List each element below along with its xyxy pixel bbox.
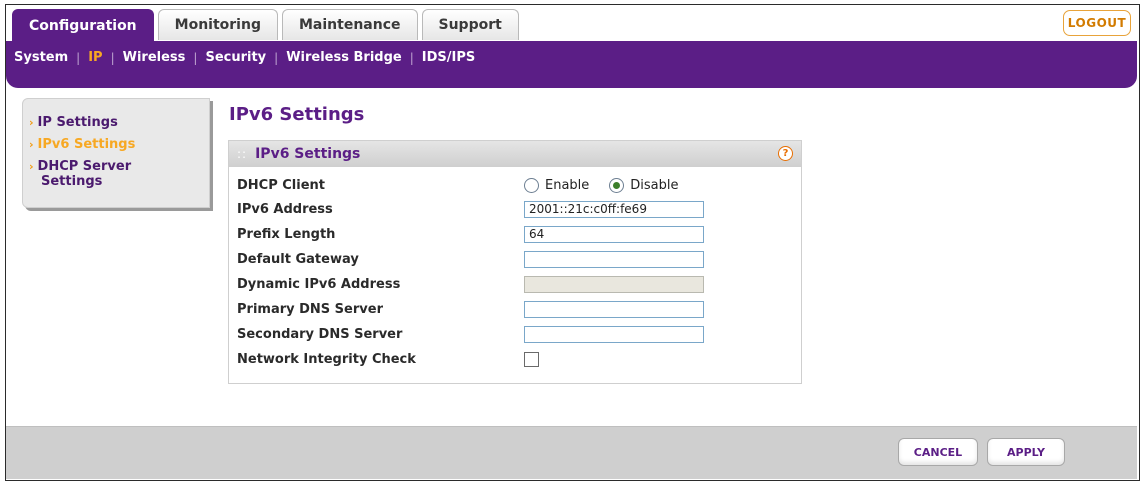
dynamic-ipv6-input [524, 275, 704, 293]
ipv6-address-input[interactable]: 2001::21c:c0ff:fe69 [524, 200, 704, 218]
row-dynamic-ipv6: Dynamic IPv6 Address [237, 274, 797, 294]
logout-button[interactable]: LOGOUT [1063, 10, 1131, 36]
row-secondary-dns: Secondary DNS Server [237, 324, 797, 344]
network-integrity-label: Network Integrity Check [237, 351, 416, 367]
panel-title: IPv6 Settings [255, 146, 361, 162]
chevron-right-icon: › [29, 138, 34, 151]
secondary-dns-input[interactable] [524, 325, 704, 343]
subnav-ip[interactable]: IP [80, 50, 110, 65]
prefix-length-input[interactable]: 64 [524, 225, 704, 243]
secondary-dns-label: Secondary DNS Server [237, 326, 403, 342]
main-tabs: Configuration Monitoring Maintenance Sup… [12, 9, 519, 42]
subnav-ids-ips[interactable]: IDS/IPS [414, 50, 483, 65]
subnav-wireless-bridge[interactable]: Wireless Bridge [278, 50, 410, 65]
prefix-length-label: Prefix Length [237, 226, 336, 242]
tab-monitoring[interactable]: Monitoring [157, 9, 278, 40]
subnav-system[interactable]: System [6, 50, 76, 65]
apply-button[interactable]: APPLY [987, 438, 1065, 466]
row-primary-dns: Primary DNS Server [237, 299, 797, 319]
ipv6-address-label: IPv6 Address [237, 201, 333, 217]
enable-radio[interactable] [524, 177, 539, 193]
leftmenu-label-line2: Settings [41, 174, 103, 189]
row-default-gateway: Default Gateway [237, 249, 797, 269]
leftmenu-ip-settings[interactable]: › IP Settings [29, 115, 118, 130]
leftmenu-label: IP Settings [37, 115, 118, 130]
leftmenu-label: IPv6 Settings [37, 137, 136, 152]
default-gateway-input[interactable] [524, 250, 704, 268]
primary-dns-label: Primary DNS Server [237, 301, 383, 317]
disable-radio-label: Disable [630, 177, 679, 193]
row-ipv6-address: IPv6 Address 2001::21c:c0ff:fe69 [237, 199, 797, 219]
disable-radio[interactable] [609, 177, 625, 193]
sub-navigation: System | IP | Wireless | Security | Wire… [6, 41, 1137, 74]
tab-configuration[interactable]: Configuration [12, 9, 154, 42]
cancel-button[interactable]: CANCEL [898, 438, 978, 466]
tab-maintenance[interactable]: Maintenance [281, 9, 418, 40]
row-dhcp-client: DHCP Client Enable Disable [237, 175, 797, 195]
dynamic-ipv6-label: Dynamic IPv6 Address [237, 276, 401, 292]
tab-support[interactable]: Support [421, 9, 519, 40]
header-band [6, 74, 1137, 88]
leftmenu-label: DHCP Server [37, 159, 132, 174]
panel-header: :: IPv6 Settings ? [229, 141, 801, 167]
chevron-right-icon: › [29, 160, 34, 173]
primary-dns-input[interactable] [524, 300, 704, 318]
row-network-integrity: Network Integrity Check [237, 349, 797, 369]
dhcp-client-radio-group: Enable Disable [524, 177, 679, 193]
leftmenu-dhcp-server-settings[interactable]: › DHCP Server Settings [29, 159, 131, 189]
subnav-wireless[interactable]: Wireless [115, 50, 194, 65]
default-gateway-label: Default Gateway [237, 251, 359, 267]
chevron-right-icon: › [29, 116, 34, 129]
enable-radio-label: Enable [545, 177, 590, 193]
row-prefix-length: Prefix Length 64 [237, 224, 797, 244]
leftmenu-ipv6-settings[interactable]: › IPv6 Settings [29, 137, 135, 152]
subnav-security[interactable]: Security [197, 50, 274, 65]
help-icon[interactable]: ? [778, 146, 793, 161]
page-title: IPv6 Settings [229, 104, 365, 125]
network-integrity-checkbox[interactable] [524, 351, 539, 367]
dhcp-client-label: DHCP Client [237, 177, 326, 193]
ipv6-settings-panel: :: IPv6 Settings ? DHCP Client Enable Di… [228, 140, 802, 384]
grip-icon: :: [237, 147, 248, 161]
left-menu: › IP Settings › IPv6 Settings › DHCP Server… [22, 98, 210, 208]
